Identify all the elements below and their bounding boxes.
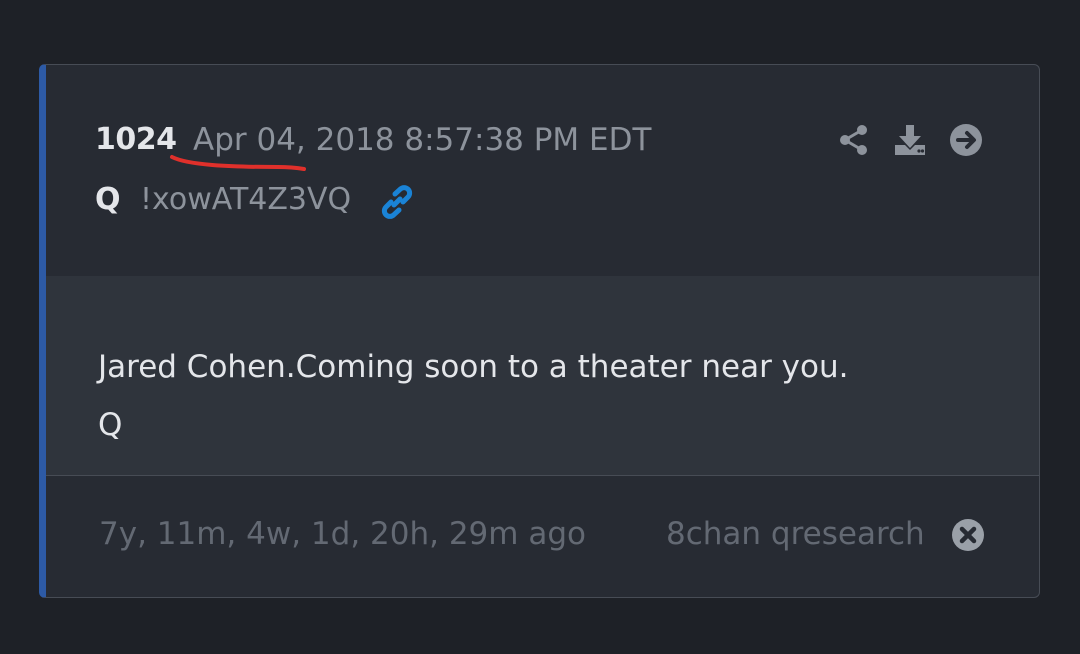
post-message-signature: Q [98, 407, 123, 443]
post-card: 1024 Apr 04, 2018 8:57:38 PM EDT Q !xowA… [39, 64, 1040, 598]
post-footer: 7y, 11m, 4w, 1d, 20h, 29m ago 8chan qres… [46, 476, 1039, 597]
download-icon[interactable] [893, 123, 927, 157]
post-source[interactable]: 8chan qresearch [666, 516, 925, 552]
close-circle-icon[interactable] [951, 518, 985, 552]
share-icon[interactable] [837, 123, 871, 157]
post-message-line: Jared Cohen.Coming soon to a theater nea… [98, 349, 849, 385]
arrow-circle-right-icon[interactable] [949, 123, 983, 157]
post-body: Jared Cohen.Coming soon to a theater nea… [46, 276, 1039, 476]
author-tripcode: !xowAT4Z3VQ [140, 182, 352, 217]
post-age: 7y, 11m, 4w, 1d, 20h, 29m ago [99, 516, 586, 552]
link-icon[interactable] [379, 184, 415, 220]
post-header: 1024 Apr 04, 2018 8:57:38 PM EDT Q !xowA… [46, 65, 1039, 277]
author-name: Q [95, 182, 121, 217]
red-underline-annotation [170, 155, 306, 171]
post-actions [837, 123, 983, 157]
post-message: Jared Cohen.Coming soon to a theater nea… [98, 338, 848, 454]
post-number[interactable]: 1024 [95, 122, 177, 157]
